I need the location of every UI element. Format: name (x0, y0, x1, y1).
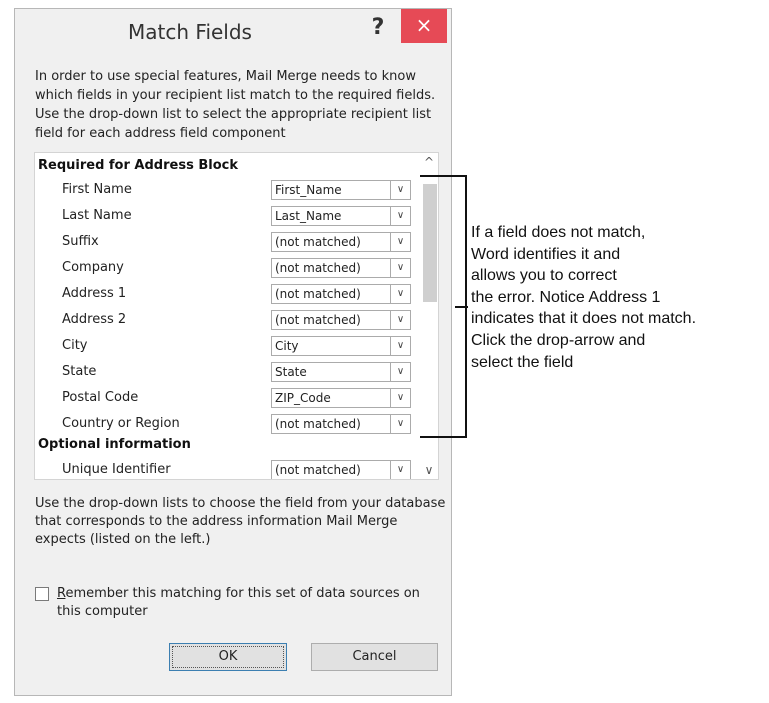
help-button[interactable]: ? (365, 13, 391, 43)
dropdown-value: Last_Name (275, 209, 342, 223)
remember-matching-option[interactable]: Remember this matching for this set of d… (35, 583, 447, 623)
field-row: Last Name Last_Name ∨ (35, 203, 415, 229)
close-icon: × (415, 13, 433, 37)
field-match-dropdown[interactable]: First_Name ∨ (271, 180, 411, 200)
remember-matching-text: emember this matching for this set of da… (57, 586, 420, 619)
field-label: Address 1 (62, 286, 127, 301)
dropdown-arrow-icon[interactable]: ∨ (390, 389, 410, 407)
dropdown-value: (not matched) (275, 261, 361, 275)
field-row: State State ∨ (35, 359, 415, 385)
scroll-up-icon[interactable]: ^ (417, 152, 441, 172)
field-label: First Name (62, 182, 132, 197)
field-match-dropdown[interactable]: (not matched) ∨ (271, 258, 411, 278)
callout-pointer (455, 306, 468, 308)
field-row: Suffix (not matched) ∨ (35, 229, 415, 255)
field-row: Address 2 (not matched) ∨ (35, 307, 415, 333)
annotation-line: If a field does not match, (471, 224, 646, 241)
remember-matching-label[interactable]: Remember this matching for this set of d… (57, 585, 445, 621)
dropdown-arrow-icon[interactable]: ∨ (390, 181, 410, 199)
dropdown-arrow-icon[interactable]: ∨ (390, 311, 410, 329)
field-label: Last Name (62, 208, 132, 223)
dropdown-value: (not matched) (275, 235, 361, 249)
field-label: Postal Code (62, 390, 139, 405)
dropdown-value: ZIP_Code (275, 391, 331, 405)
callout-annotation: If a field does not match, Word identifie… (471, 222, 767, 373)
dropdown-arrow-icon[interactable]: ∨ (390, 337, 410, 355)
scroll-down-icon[interactable]: ∨ (417, 460, 441, 480)
dropdown-value: State (275, 365, 307, 379)
field-label: Suffix (62, 234, 99, 249)
dropdown-arrow-icon[interactable]: ∨ (390, 259, 410, 277)
annotation-line: indicates that it does not match. (471, 310, 697, 328)
field-label: City (62, 338, 88, 353)
annotation-line: Click the drop-arrow and (471, 331, 646, 349)
ok-button[interactable]: OK (169, 643, 287, 671)
field-label: Unique Identifier (62, 462, 171, 477)
dropdown-value: First_Name (275, 183, 342, 197)
dropdown-arrow-icon[interactable]: ∨ (390, 415, 410, 433)
dropdown-value: (not matched) (275, 463, 361, 477)
dropdown-value: City (275, 339, 299, 353)
annotation-line: allows you to correct (471, 267, 617, 285)
field-match-dropdown[interactable]: (not matched) ∨ (271, 232, 411, 252)
dropdown-arrow-icon[interactable]: ∨ (390, 461, 410, 479)
remember-matching-checkbox[interactable] (35, 587, 49, 601)
field-match-dropdown[interactable]: (not matched) ∨ (271, 310, 411, 330)
field-mapping-list[interactable]: Required for Address Block Optional info… (34, 152, 439, 480)
dropdown-arrow-icon[interactable]: ∨ (390, 363, 410, 381)
field-label: Address 2 (62, 312, 127, 327)
field-label: State (62, 364, 97, 379)
annotation-line: Word identifies it and (471, 245, 621, 263)
field-label: Country or Region (62, 416, 180, 431)
field-row: Unique Identifier (not matched) ∨ (35, 457, 415, 479)
field-match-dropdown[interactable]: Last_Name ∨ (271, 206, 411, 226)
dropdown-arrow-icon[interactable]: ∨ (390, 233, 410, 251)
field-match-dropdown[interactable]: (not matched) ∨ (271, 460, 411, 479)
field-match-dropdown[interactable]: City ∨ (271, 336, 411, 356)
field-match-dropdown[interactable]: (not matched) ∨ (271, 284, 411, 304)
dropdown-arrow-icon[interactable]: ∨ (390, 285, 410, 303)
field-match-dropdown[interactable]: (not matched) ∨ (271, 414, 411, 434)
field-row: City City ∨ (35, 333, 415, 359)
field-row: Postal Code ZIP_Code ∨ (35, 385, 415, 411)
dropdown-value: (not matched) (275, 417, 361, 431)
field-row: Company (not matched) ∨ (35, 255, 415, 281)
annotation-line: select the field (471, 353, 574, 371)
field-match-dropdown[interactable]: State ∨ (271, 362, 411, 382)
dropdown-value: (not matched) (275, 313, 361, 327)
field-row: Address 1 (not matched) ∨ (35, 281, 415, 307)
close-button[interactable]: × (401, 9, 447, 43)
field-row: First Name First_Name ∨ (35, 177, 415, 203)
group-heading-required: Required for Address Block (38, 158, 238, 173)
cancel-button[interactable]: Cancel (311, 643, 438, 671)
help-text: Use the drop-down lists to choose the fi… (35, 496, 446, 547)
dialog-title: Match Fields (128, 20, 252, 44)
title-bar: Match Fields ? × (15, 9, 451, 61)
dropdown-arrow-icon[interactable]: ∨ (390, 207, 410, 225)
field-row: Country or Region (not matched) ∨ (35, 411, 415, 437)
annotation-line: the error. Notice Address 1 (471, 288, 661, 306)
intro-text: In order to use special features, Mail M… (35, 69, 436, 141)
dropdown-value: (not matched) (275, 287, 361, 301)
group-heading-optional: Optional information (38, 437, 191, 452)
field-label: Company (62, 260, 124, 275)
field-match-dropdown[interactable]: ZIP_Code ∨ (271, 388, 411, 408)
